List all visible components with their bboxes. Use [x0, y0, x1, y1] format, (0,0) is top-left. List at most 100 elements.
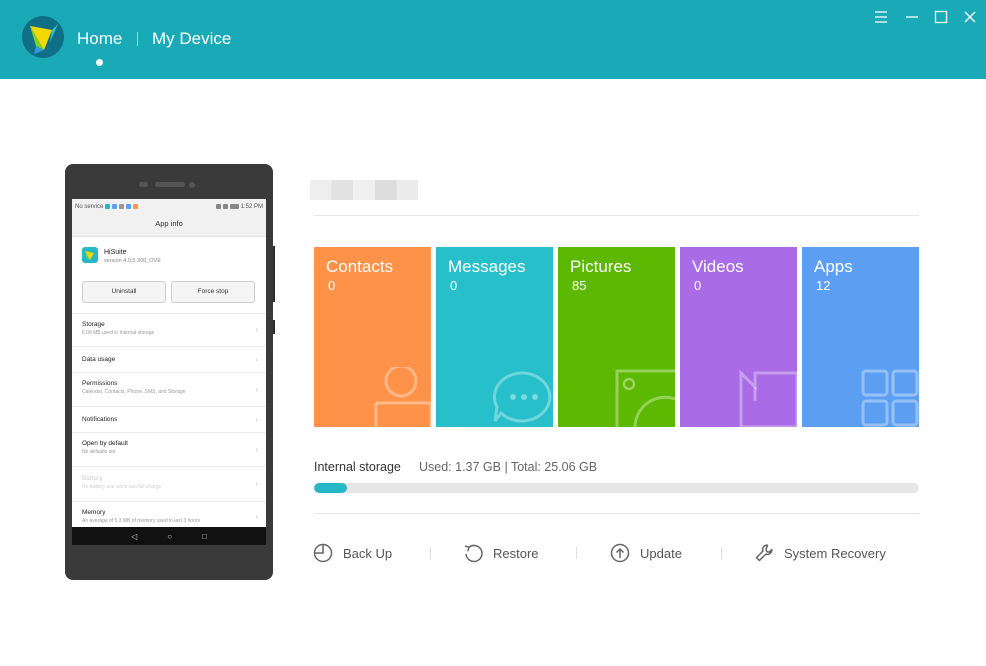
wrench-icon [754, 543, 774, 563]
setting-storage[interactable]: Storage 6.08 MB used in Internal storage… [72, 313, 266, 346]
vibrate-icon [222, 204, 228, 209]
app-header: HiSuite version 4.0.5.300_OVE [82, 247, 161, 264]
phone-nav-bar: ◁ ○ □ [72, 527, 266, 545]
restore-button[interactable]: Restore [463, 543, 539, 563]
update-button[interactable]: Update [610, 543, 682, 563]
divider [314, 513, 919, 514]
chevron-right-icon: › [255, 511, 258, 521]
message-icon [491, 367, 553, 427]
tile-count: 85 [572, 278, 587, 293]
phone-app-bar: App info [72, 211, 266, 237]
tile-messages[interactable]: Messages 0 [436, 247, 553, 427]
system-recovery-label: System Recovery [784, 545, 886, 561]
active-tab-indicator [96, 59, 103, 66]
setting-permissions[interactable]: Permissions Calendar, Contacts, Phone, S… [72, 372, 266, 406]
tile-count: 0 [450, 278, 458, 293]
setting-open-by-default[interactable]: Open by default No defaults set › [72, 432, 266, 466]
tile-label: Apps [814, 257, 853, 276]
nav-home[interactable]: Home [77, 29, 122, 49]
setting-title: Data usage [82, 356, 116, 363]
status-time: 1:52 PM [240, 203, 263, 210]
setting-title: Battery [82, 475, 103, 482]
device-name-redacted [310, 180, 418, 200]
tile-contacts[interactable]: Contacts 0 [314, 247, 431, 427]
phone-status-bar: No service 1:52 PM [72, 199, 266, 211]
title-bar: Home My Device [0, 0, 986, 79]
phone-camera [189, 182, 195, 188]
setting-title: Memory [82, 509, 106, 516]
action-divider [721, 547, 722, 559]
setting-title: Open by default [82, 440, 128, 447]
setting-subtitle: Calendar, Contacts, Phone, SMS, and Stor… [82, 389, 186, 395]
storage-label: Internal storage [314, 460, 401, 474]
app-name: HiSuite [104, 249, 127, 256]
nfc-icon [215, 204, 221, 209]
divider [314, 215, 919, 216]
action-divider [576, 547, 577, 559]
apps-icon [859, 367, 919, 427]
setting-battery: Battery No battery use since last full c… [72, 466, 266, 501]
status-app-icon [126, 204, 132, 209]
storage-progress-bar [314, 483, 919, 493]
tile-label: Contacts [326, 257, 394, 276]
phone-sensor [139, 182, 148, 187]
phone-mockup: No service 1:52 PM App info HiSuite vers… [65, 164, 273, 580]
battery-icon [229, 204, 239, 209]
update-label: Update [640, 545, 682, 561]
action-divider [430, 547, 431, 559]
setting-subtitle: No battery use since last full charge [82, 484, 162, 490]
video-icon [737, 367, 797, 427]
backup-button[interactable]: Back Up [313, 543, 392, 563]
setting-subtitle: An average of 5.3 MB of memory used in l… [82, 518, 201, 524]
chevron-right-icon: › [255, 479, 258, 489]
setting-title: Permissions [82, 380, 118, 387]
tile-count: 0 [694, 278, 702, 293]
home-circle-icon: ○ [167, 531, 173, 541]
tile-count: 12 [816, 278, 831, 293]
setting-notifications[interactable]: Notifications › [72, 406, 266, 432]
tile-apps[interactable]: Apps 12 [802, 247, 919, 427]
restore-label: Restore [493, 545, 539, 561]
backup-icon [313, 543, 333, 563]
tile-pictures[interactable]: Pictures 85 [558, 247, 675, 427]
setting-data-usage[interactable]: Data usage › [72, 346, 266, 372]
chevron-right-icon: › [255, 325, 258, 335]
menu-icon[interactable] [873, 9, 889, 25]
chevron-right-icon: › [255, 384, 258, 394]
storage-progress-fill [314, 483, 348, 493]
nav-my-device[interactable]: My Device [152, 29, 231, 49]
tile-count: 0 [328, 278, 336, 293]
setting-subtitle: 6.08 MB used in Internal storage [82, 330, 155, 336]
setting-subtitle: No defaults set [82, 449, 116, 455]
chevron-right-icon: › [255, 354, 258, 364]
tile-label: Messages [448, 257, 526, 276]
force-stop-button[interactable]: Force stop [171, 281, 255, 303]
uninstall-button[interactable]: Uninstall [82, 281, 166, 303]
storage-stats: Used: 1.37 GB | Total: 25.06 GB [419, 460, 598, 474]
nav-divider [137, 32, 138, 46]
tile-label: Videos [692, 257, 744, 276]
status-text: No service [75, 203, 104, 210]
recents-square-icon: □ [202, 531, 207, 541]
close-icon[interactable] [962, 9, 978, 25]
chevron-right-icon: › [255, 444, 258, 454]
picture-icon [613, 367, 675, 427]
contact-icon [371, 367, 431, 427]
setting-title: Storage [82, 321, 105, 328]
minimize-icon[interactable] [904, 9, 920, 25]
tile-videos[interactable]: Videos 0 [680, 247, 797, 427]
status-app-icon [119, 204, 125, 209]
update-icon [610, 543, 630, 563]
maximize-icon[interactable] [933, 9, 949, 25]
setting-title: Notifications [82, 416, 118, 423]
phone-screen: No service 1:52 PM App info HiSuite vers… [72, 199, 266, 545]
status-app-icon [105, 204, 111, 209]
restore-icon [463, 543, 483, 563]
status-app-icon [112, 204, 118, 209]
system-recovery-button[interactable]: System Recovery [754, 543, 886, 563]
back-triangle-icon: ◁ [131, 531, 138, 541]
chevron-right-icon: › [255, 414, 258, 424]
phone-speaker [155, 182, 185, 187]
app-version: version 4.0.5.300_OVE [104, 258, 161, 264]
hisuite-logo-icon [22, 16, 64, 58]
